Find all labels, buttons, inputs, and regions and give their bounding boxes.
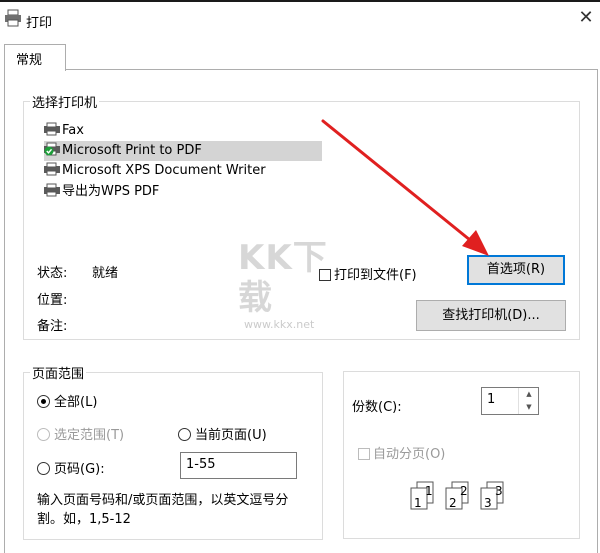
collate-label: 自动分页(O): [373, 447, 446, 462]
printer-icon: [44, 183, 60, 197]
print-to-file-label: 打印到文件(F): [334, 268, 417, 283]
collate-page-number: 2: [460, 484, 468, 498]
printer-item-label: Fax: [62, 123, 84, 138]
range-current-page-label: 当前页面(U): [195, 428, 267, 443]
find-printer-button[interactable]: 查找打印机(D)...: [416, 300, 566, 331]
printer-item-microsoft-print-to-pdf[interactable]: Microsoft Print to PDF: [44, 141, 322, 161]
printer-icon: [44, 162, 60, 176]
printer-item-fax[interactable]: Fax: [44, 121, 84, 141]
printer-item-label: 导出为WPS PDF: [62, 184, 160, 199]
window-title: 打印: [26, 16, 53, 31]
collate-checkbox[interactable]: 自动分页(O): [358, 443, 445, 462]
status-label: 状态:: [37, 266, 68, 281]
page-range-hint: 输入页面号码和/或页面范围，以英文逗号分割。如，1,5-12: [37, 493, 289, 527]
radio-button[interactable]: [37, 428, 50, 441]
collate-illustration: 1 1 2 2 3 3: [400, 480, 530, 520]
location-label: 位置:: [37, 293, 68, 308]
range-all-radio[interactable]: 全部(L): [37, 391, 97, 410]
collate-page-number: 2: [449, 496, 457, 510]
spin-down-icon[interactable]: ▼: [519, 401, 539, 414]
status-value: 就绪: [92, 266, 119, 281]
title-bar: 打印 ✕: [0, 2, 600, 36]
printer-item-xps-writer[interactable]: Microsoft XPS Document Writer: [44, 161, 266, 181]
radio-button[interactable]: [37, 462, 50, 475]
tab-general-label: 常规: [16, 53, 43, 68]
printer-icon: [5, 9, 21, 27]
collate-page-number: 3: [495, 484, 503, 498]
collate-page-number: 1: [425, 484, 433, 498]
close-icon[interactable]: ✕: [576, 8, 596, 28]
checkbox-box[interactable]: [319, 269, 331, 281]
range-pages-label: 页码(G):: [54, 462, 105, 477]
spin-up-icon[interactable]: ▲: [519, 388, 539, 401]
collate-page-number: 1: [414, 496, 422, 510]
fax-icon: [44, 122, 60, 136]
radio-button[interactable]: [178, 428, 191, 441]
printer-item-label: Microsoft XPS Document Writer: [62, 163, 266, 178]
range-current-page-radio[interactable]: 当前页面(U): [178, 424, 267, 443]
print-to-file-checkbox[interactable]: 打印到文件(F): [319, 264, 417, 283]
comment-label: 备注:: [37, 319, 68, 334]
radio-button[interactable]: [37, 395, 50, 408]
printer-item-wps-pdf[interactable]: 导出为WPS PDF: [44, 182, 159, 202]
page-range-legend: 页面范围: [32, 367, 85, 382]
select-printer-legend: 选择打印机: [32, 96, 98, 111]
collate-page-number: 3: [484, 496, 492, 510]
pages-input[interactable]: 1-55: [180, 452, 297, 479]
printer-item-label: Microsoft Print to PDF: [62, 143, 202, 158]
range-selection-radio[interactable]: 选定范围(T): [37, 424, 124, 443]
tab-general[interactable]: 常规: [4, 44, 66, 71]
range-all-label: 全部(L): [54, 395, 98, 410]
range-pages-radio[interactable]: 页码(G):: [37, 458, 105, 477]
checkbox-box[interactable]: [358, 448, 370, 460]
preferences-button[interactable]: 首选项(R): [467, 255, 565, 285]
range-selection-label: 选定范围(T): [54, 428, 125, 443]
copies-label: 份数(C):: [352, 400, 402, 415]
copies-spinner[interactable]: ▲ ▼: [518, 388, 539, 414]
default-printer-icon: [44, 142, 60, 156]
